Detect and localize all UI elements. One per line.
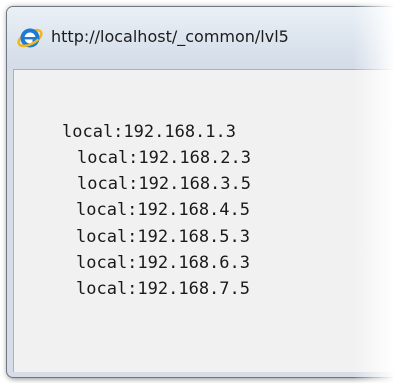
ip-line: local:192.168.7.5 — [76, 279, 250, 299]
window-titlebar[interactable]: http://localhost/_common/lvl5 — [7, 7, 393, 69]
ip-line: local:192.168.3.5 — [77, 174, 251, 194]
ip-line: local:192.168.2.3 — [77, 148, 251, 168]
screenshot-stage: http://localhost/_common/lvl5 local:192.… — [0, 0, 393, 383]
ip-line: local:192.168.1.3 — [62, 122, 236, 142]
ip-line: local:192.168.5.3 — [76, 227, 250, 247]
ip-line: local:192.168.6.3 — [76, 253, 250, 273]
page-content: local:192.168.1.3 local:192.168.2.3 loca… — [13, 69, 393, 372]
browser-window: http://localhost/_common/lvl5 local:192.… — [6, 6, 393, 378]
window-title: http://localhost/_common/lvl5 — [51, 27, 289, 46]
ip-line: local:192.168.4.5 — [76, 200, 250, 220]
ie-icon — [15, 23, 45, 53]
